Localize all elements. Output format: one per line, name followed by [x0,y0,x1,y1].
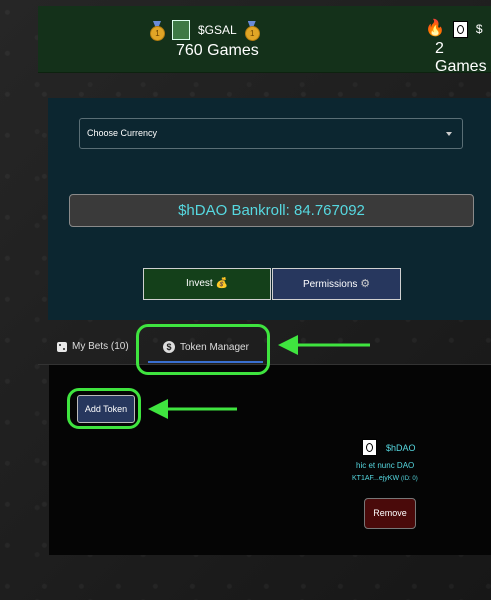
arrow-icon [278,335,370,355]
annotation-arrows [148,335,370,419]
arrow-icon [148,399,237,419]
